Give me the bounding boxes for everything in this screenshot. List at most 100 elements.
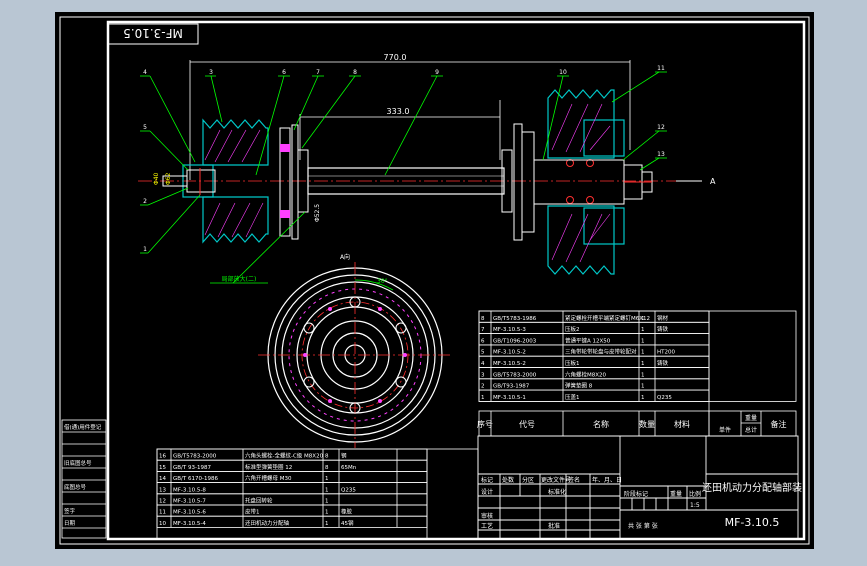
- section-mark-a: A: [710, 177, 716, 186]
- bom-lower-row-3-col-3: 1: [325, 487, 329, 493]
- bom-upper-row-0-col-1: GB/T5783-1986: [493, 316, 537, 322]
- side-label-3: 底图总号: [64, 483, 87, 491]
- bom-header-total: 总计: [745, 426, 757, 434]
- tb-sheets: 共 张 第 张: [628, 522, 658, 530]
- bom-lower-row-4-col-3: 1: [325, 499, 329, 505]
- bom-lower-row-0-col-0: 16: [159, 454, 166, 460]
- dimension-mid-length: 333.0: [387, 107, 410, 116]
- bom-upper-row-7-col-3: 1: [641, 395, 645, 401]
- bom-upper-row-1-col-2: 压板2: [565, 325, 580, 333]
- bom-lower-row-5-col-2: 皮带1: [245, 508, 260, 516]
- tb-ratio: 比例: [689, 490, 701, 498]
- bom-lower-row-3-col-0: 13: [159, 487, 166, 493]
- bom-lower-row-1-col-2: 标准型弹簧垫圈 12: [245, 463, 292, 471]
- bom-lower-row-0-col-2: 六角头螺栓-全螺纹-C级 M8X20: [245, 452, 324, 460]
- bom-lower-row-5-col-1: MF-3.10.5-6: [173, 510, 206, 516]
- bom-upper-row-7-col-4: Q235: [657, 395, 672, 401]
- bom-upper-row-4-col-3: 1: [641, 361, 645, 367]
- bom-lower-row-0-col-1: GB/T5783-2000: [173, 454, 217, 460]
- bom-upper-row-3-col-0: 5: [481, 350, 485, 356]
- drawing-number-stamp: MF-3.10.5: [123, 26, 183, 40]
- bom-upper-row-2-col-2: 普通平键A 12X50: [565, 336, 611, 344]
- balloon-1: 1: [143, 246, 147, 253]
- bom-upper-row-4-col-2: 压板1: [565, 359, 580, 367]
- balloon-11: 11: [657, 65, 665, 72]
- bom-upper-row-5-col-3: 1: [641, 372, 645, 378]
- bom-lower-row-6-col-1: MF-3.10.5-4: [173, 521, 206, 527]
- tb-count: 处数: [502, 476, 514, 484]
- balloon-2: 2: [143, 198, 147, 205]
- bom-upper-row-2-col-0: 6: [481, 338, 485, 344]
- bom-lower-row-2-col-1: GB/T 6170-1986: [173, 476, 218, 482]
- side-label-2: 旧底图总号: [64, 459, 92, 467]
- bom-lower-row-2-col-0: 14: [159, 476, 166, 482]
- tb-date: 年、月、日: [592, 476, 622, 484]
- balloon-8: 8: [353, 69, 357, 76]
- tb-stage: 阶段标记: [624, 490, 648, 498]
- bom-lower-row-6-col-0: 10: [159, 521, 166, 527]
- bom-upper-row-4-col-1: MF-3.10.5-2: [493, 361, 526, 367]
- balloon-7: 7: [316, 69, 320, 76]
- bom-header-unit: 单件: [719, 426, 731, 434]
- bom-lower-row-4-col-2: 托盘回转轮: [245, 497, 273, 505]
- balloon-9: 9: [435, 69, 439, 76]
- bom-header-material: 材料: [674, 419, 690, 429]
- assembly-drawing[interactable]: MF-3.10.5 770.0 333.0 A Φ40 Φ62 Φ52.5 4 …: [0, 0, 867, 562]
- bom-upper-row-4-col-4: 铸铁: [657, 359, 669, 367]
- dimension-mid-diameter: Φ52.5: [314, 204, 321, 222]
- bom-upper-row-1-col-4: 铸铁: [657, 325, 669, 333]
- bom-lower-row-4-col-0: 12: [159, 499, 166, 505]
- bom-lower-row-2-col-2: 六角开槽螺母 M30: [245, 474, 292, 482]
- side-label-5: 日期: [64, 520, 76, 527]
- bom-lower-row-1-col-1: GB/T 93-1987: [173, 465, 211, 471]
- tb-doc: 更改文件号: [541, 476, 571, 484]
- balloon-5: 5: [143, 124, 147, 131]
- bom-header-name: 名称: [593, 419, 609, 429]
- tb-design: 设计: [481, 488, 493, 496]
- tb-standard: 标准化: [548, 488, 566, 496]
- bom-upper-row-0-col-2: 紧定螺栓开槽平端紧定螺钉M6X12: [565, 314, 650, 322]
- bom-upper-row-2-col-1: GB/T1096-2003: [493, 338, 537, 344]
- dimension-left-diameter-2: Φ62: [165, 172, 172, 185]
- cad-drawing-window: MF-3.10.5 770.0 333.0 A Φ40 Φ62 Φ52.5 4 …: [0, 0, 867, 562]
- tb-process: 工艺: [481, 522, 493, 530]
- bom-upper-row-0-col-4: 钢材: [657, 314, 669, 322]
- bom-upper-row-6-col-0: 2: [481, 384, 485, 390]
- tb-review: 审核: [481, 512, 493, 520]
- tb-sign: 签名: [568, 476, 580, 484]
- tb-approve: 批准: [548, 522, 560, 530]
- bom-upper-row-6-col-1: GB/T93-1987: [493, 384, 530, 390]
- bom-upper-row-0-col-3: 1: [641, 316, 645, 322]
- drawing-code: MF-3.10.5: [725, 516, 780, 529]
- bom-header-weight: 重量: [745, 414, 757, 422]
- bom-upper-row-2-col-3: 1: [641, 338, 645, 344]
- drawing-title: 还田机动力分配轴部装: [702, 481, 802, 494]
- bom-upper-row-5-col-1: GB/T5783-2000: [493, 372, 537, 378]
- bom-lower-row-1-col-3: 8: [325, 465, 329, 471]
- angle-label: 30°: [377, 278, 388, 285]
- balloon-13: 13: [657, 151, 665, 158]
- side-label-1: 借(通)用件登记: [64, 423, 102, 431]
- bom-upper-row-0-col-0: 8: [481, 316, 485, 322]
- bom-upper-row-7-col-2: 压盖1: [565, 393, 580, 401]
- dimension-overall-length: 770.0: [384, 53, 407, 62]
- bom-header-qty: 数量: [639, 419, 655, 429]
- bom-upper-row-3-col-2: 三角带轮带轮盘与皮带轮配对: [565, 348, 637, 356]
- bom-upper-row-6-col-3: 1: [641, 384, 645, 390]
- bom-upper-row-3-col-3: 1: [641, 350, 645, 356]
- bom-upper-row-1-col-1: MF-3.10.5-3: [493, 327, 526, 333]
- balloon-4: 4: [143, 69, 147, 76]
- bom-lower-row-3-col-1: MF-3.10.5-8: [173, 487, 206, 493]
- balloon-3: 3: [209, 69, 213, 76]
- side-label-4: 签字: [64, 507, 76, 515]
- bom-lower-row-1-col-4: 65Mn: [341, 465, 357, 471]
- bom-header-code: 代号: [519, 419, 535, 429]
- drawing-canvas: [55, 12, 814, 549]
- tb-mark: 标记: [481, 476, 493, 484]
- bom-lower-row-5-col-3: 1: [325, 510, 329, 516]
- bom-upper-row-5-col-2: 六角螺栓M8X20: [565, 370, 607, 378]
- tb-scale: 1:5: [690, 502, 700, 509]
- bom-lower-row-6-col-2: 还田机动力分配轴: [245, 519, 290, 527]
- bom-upper-row-6-col-2: 弹簧垫圈 8: [565, 382, 593, 390]
- tb-zone: 分区: [522, 476, 534, 484]
